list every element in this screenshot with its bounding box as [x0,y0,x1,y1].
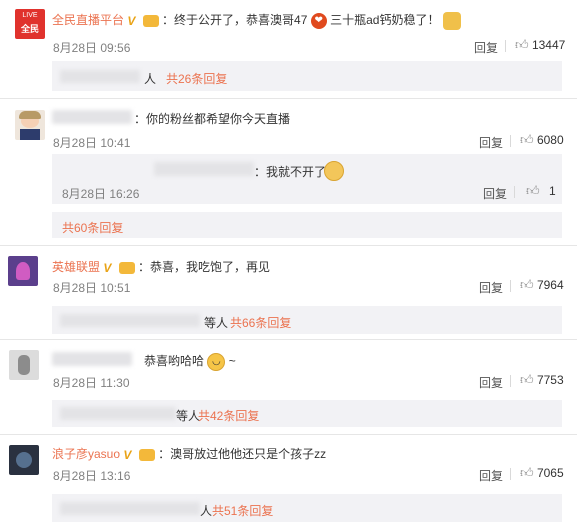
comment-text: ：终于公开了，恭喜澳哥47 [162,13,308,27]
view-replies-link[interactable]: 共66条回复 [230,314,291,331]
sub-reply-time: 8月28日 16:26 [62,187,140,201]
avatar-figure [16,452,32,468]
thumbs-up-icon: 👍︎ [520,132,534,147]
comment-time: 8月28日 11:30 [53,376,130,390]
thumbs-up-icon: 👍︎ [520,465,534,480]
reply-button[interactable]: 回复 [479,374,503,391]
reply-avatars-blurred [60,70,140,83]
avatar[interactable] [9,445,39,475]
action-separator [510,135,511,147]
view-replies-link[interactable]: 共60条回复 [62,219,123,236]
sub-reply-text: ：我就不开了 [254,165,327,179]
like-button[interactable]: 👍︎ 13447 [515,37,565,53]
verified-v-icon: V [103,260,112,275]
avatar[interactable] [9,350,39,380]
avatar-body [20,129,40,140]
like-button[interactable]: 👍︎ 6080 [520,132,564,148]
avatar-hat [19,111,41,119]
reply-summary-text: 等人 [204,316,229,330]
reply-button[interactable]: 回复 [479,279,503,296]
reply-summary-text: 等人 [176,409,201,423]
like-count: 7753 [536,373,564,387]
gold-emoji [324,161,344,181]
action-separator [510,280,511,292]
divider [0,98,577,99]
comment-text: ：恭喜，我吃饱了，再见 [138,260,271,274]
action-separator [505,40,506,52]
view-replies-link[interactable]: 共42条回复 [198,407,259,424]
avatar[interactable] [8,256,38,286]
avatar-logo-text: 全民 [20,24,39,34]
doge-emoji [442,11,461,30]
thumbs-up-icon: 👍︎ [515,37,529,52]
comment-time: 8月28日 09:56 [53,41,131,55]
comment-text-tail: 三十瓶ad钙奶稳了！ [330,13,440,27]
reply-summary: 等人 共42条回复 [52,400,562,427]
comment-text-tail: ~ [228,354,236,368]
sub-reply-name-blurred [154,162,254,176]
comment-text: 恭喜哟哈哈 [144,354,205,368]
avatar-figure [16,262,30,280]
view-replies-link[interactable]: 共51条回复 [212,502,273,519]
avatar-figure [18,355,30,375]
vip-crown-icon [118,261,135,274]
vip-crown-icon [142,14,159,27]
heart-emoji: ❤ [310,12,327,29]
divider [0,245,577,246]
like-button[interactable]: 👍︎ 7964 [520,277,564,293]
sub-reply-reply-button[interactable]: 回复 [483,185,507,202]
comment-time: 8月28日 13:16 [53,469,131,483]
reply-avatars-blurred [60,314,200,327]
avatar[interactable] [15,110,45,140]
sub-reply-like-count: 1 [548,184,556,198]
action-separator [510,468,511,480]
action-separator [510,375,511,387]
divider [0,434,577,435]
like-count: 13447 [531,38,566,52]
verified-v-icon: V [123,447,132,462]
sub-reply: ：我就不开了 8月28日 16:26 回复 👍︎ 1 [52,154,562,204]
commenter-name-blurred [52,352,132,366]
reply-button[interactable]: 回复 [479,134,503,151]
like-count: 7065 [536,466,564,480]
vip-crown-icon [138,448,155,461]
comment-time: 8月28日 10:41 [53,136,131,150]
laugh-emoji: ◡ [207,352,226,371]
view-replies-link[interactable]: 共26条回复 [166,70,227,87]
reply-summary-text: 人 [200,504,213,518]
reply-avatars-blurred [60,502,200,515]
comment-time: 8月28日 10:51 [53,281,131,295]
sub-reply-like-button[interactable]: 👍︎ 1 [526,183,556,199]
avatar[interactable]: 全民 LIVE [15,9,45,39]
like-count: 6080 [536,133,564,147]
commenter-name[interactable]: 英雄联盟 [52,260,100,274]
commenter-name[interactable]: 浪子彦yasuo [52,447,120,461]
divider [0,339,577,340]
reply-summary: 共60条回复 [52,212,562,238]
reply-summary: 人 共26条回复 [52,61,562,91]
commenter-name[interactable]: 全民直播平台 [52,13,124,27]
reply-avatars-blurred [60,407,176,420]
comment-text: ：澳哥放过他他还只是个孩子zz [158,447,327,461]
avatar-live-text: LIVE [22,12,38,19]
reply-button[interactable]: 回复 [474,39,498,56]
thumbs-up-icon: 👍︎ [526,183,540,198]
commenter-name-blurred [52,110,132,124]
reply-button[interactable]: 回复 [479,467,503,484]
reply-summary: 等人 共66条回复 [52,306,562,334]
thumbs-up-icon: 👍︎ [520,372,534,387]
reply-summary-text: 人 [144,72,157,86]
comment-text: ：你的粉丝都希望你今天直播 [134,112,291,126]
reply-summary: 人 共51条回复 [52,494,562,522]
like-button[interactable]: 👍︎ 7065 [520,465,564,481]
thumbs-up-icon: 👍︎ [520,277,534,292]
action-separator [514,186,515,198]
verified-v-icon: V [127,13,136,28]
like-count: 7964 [536,278,564,292]
like-button[interactable]: 👍︎ 7753 [520,372,564,388]
